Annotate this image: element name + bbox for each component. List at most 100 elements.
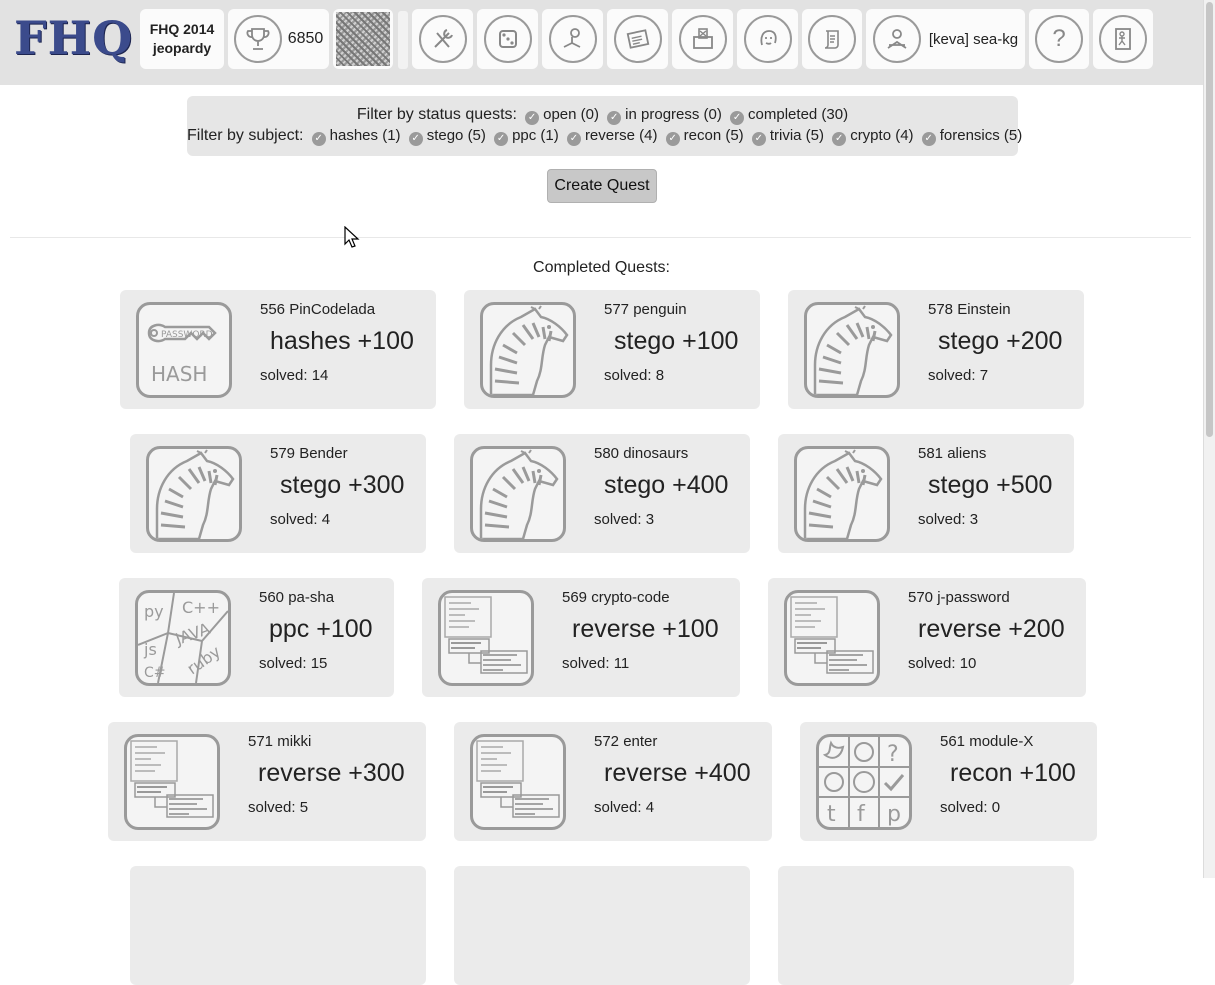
user-name: [keva] sea-kg — [928, 30, 1019, 48]
quest-name: 570 j-password — [908, 589, 1010, 606]
user-reading-icon — [872, 15, 921, 63]
subject-filter-reverse[interactable]: ✓ reverse (4) — [566, 127, 657, 146]
quest-card[interactable]: 570 j-password reverse +200 solved: 10 — [768, 578, 1086, 697]
subject-filter-forensics[interactable]: ✓ forensics (5) — [921, 127, 1022, 146]
create-quest-button[interactable]: Create Quest — [547, 169, 657, 203]
quest-subject-score: reverse +400 — [604, 759, 751, 787]
help-button[interactable]: ? — [1029, 9, 1089, 69]
svg-text:js: js — [143, 640, 157, 659]
section-divider — [10, 237, 1191, 238]
completed-quests-title: Completed Quests: — [533, 259, 670, 276]
svg-text:C++: C++ — [182, 598, 220, 617]
reading-icon — [548, 15, 597, 63]
zebra-icon — [146, 446, 242, 542]
top-navigation-bar: FHQ FHQ 2014 jeopardy 6850 [keva] sea-kg… — [0, 0, 1203, 85]
svg-text:C#: C# — [144, 665, 166, 681]
checked-icon[interactable]: ✓ — [525, 111, 540, 125]
quest-card[interactable]: py C++ js JAVA C# ruby 560 pa-sha ppc +10… — [119, 578, 394, 697]
scroll-button[interactable] — [802, 9, 862, 69]
quest-card[interactable]: 578 Einstein stego +200 solved: 7 — [788, 290, 1084, 409]
checked-icon[interactable]: ✓ — [751, 132, 766, 146]
user-profile-button[interactable]: [keva] sea-kg — [866, 9, 1025, 69]
qr-code-button[interactable] — [333, 9, 393, 69]
quest-solved-count: solved: 11 — [562, 655, 630, 672]
quest-name: 577 penguin — [604, 301, 687, 318]
quest-name: 560 pa-sha — [259, 589, 335, 606]
help-icon: ? — [1035, 15, 1083, 63]
quest-card[interactable]: 579 Bender stego +300 solved: 4 — [130, 434, 426, 553]
quest-name: 581 aliens — [918, 445, 987, 462]
game-title-button[interactable]: FHQ 2014 jeopardy — [140, 9, 224, 69]
score-button[interactable]: 6850 — [228, 9, 329, 69]
quest-card[interactable]: ? t f p 561 module-X recon +100 solved: 0 — [800, 722, 1097, 841]
filter-panel: Filter by status quests: ✓ open (0) ✓ in p… — [187, 96, 1022, 156]
fhq-logo[interactable]: FHQ — [14, 10, 132, 66]
checked-icon[interactable]: ✓ — [832, 132, 847, 146]
quest-subject-score: recon +100 — [950, 759, 1076, 787]
checked-icon[interactable]: ✓ — [494, 132, 509, 146]
checked-icon[interactable]: ✓ — [921, 132, 936, 146]
quest-card[interactable]: 577 penguin stego +100 solved: 8 — [464, 290, 760, 409]
subject-filter-label: Filter by subject: — [187, 127, 304, 144]
disassembler-icon — [470, 734, 566, 830]
zebra-icon — [480, 302, 576, 398]
status-filter-row: Filter by status quests: ✓ open (0) ✓ in p… — [187, 104, 1018, 125]
status-filter-completed[interactable]: ✓ completed (30) — [730, 106, 848, 125]
quest-subject-score: ppc +100 — [269, 615, 373, 643]
toolbar-separator — [398, 11, 408, 69]
quest-card[interactable]: 572 enter reverse +400 solved: 4 — [454, 722, 772, 841]
score-value: 6850 — [287, 30, 324, 47]
reading-button[interactable] — [542, 9, 603, 69]
ballot-box-icon — [678, 15, 727, 63]
quest-card[interactable]: PASSWORD HASH 556 PinCodelada hashes +100… — [120, 290, 436, 409]
subject-filter-crypto[interactable]: ✓ crypto (4) — [832, 127, 914, 146]
tools-button[interactable] — [412, 9, 473, 69]
checked-icon[interactable]: ✓ — [566, 132, 581, 146]
svg-text:py: py — [144, 602, 164, 621]
quest-card[interactable]: 581 aliens stego +500 solved: 3 — [778, 434, 1074, 553]
subject-filter-stego[interactable]: ✓ stego (5) — [408, 127, 486, 146]
quest-subject-score: reverse +200 — [918, 615, 1065, 643]
quest-card[interactable]: 571 mikki reverse +300 solved: 5 — [108, 722, 426, 841]
social-networks-icon: ? t f p — [816, 734, 912, 830]
quest-card[interactable] — [778, 866, 1074, 985]
quest-card[interactable]: 580 dinosaurs stego +400 solved: 3 — [454, 434, 750, 553]
svg-text:HASH: HASH — [151, 362, 207, 386]
checked-icon[interactable]: ✓ — [311, 132, 326, 146]
status-filter-open[interactable]: ✓ open (0) — [525, 106, 599, 125]
checked-icon[interactable]: ✓ — [408, 132, 423, 146]
trophy-icon — [233, 15, 282, 63]
status-filter-label: Filter by status quests: — [356, 106, 517, 123]
svg-text:p: p — [887, 802, 901, 827]
quest-solved-count: solved: 3 — [918, 511, 979, 528]
scrollbar-thumb[interactable] — [1206, 2, 1213, 437]
quest-card[interactable] — [454, 866, 750, 985]
subject-filter-trivia[interactable]: ✓ trivia (5) — [751, 127, 824, 146]
ballot-box-button[interactable] — [672, 9, 733, 69]
checked-icon[interactable]: ✓ — [730, 111, 745, 125]
logout-button[interactable] — [1093, 9, 1153, 69]
checked-icon[interactable]: ✓ — [607, 111, 622, 125]
quest-subject-score: stego +300 — [280, 471, 405, 499]
checked-icon[interactable]: ✓ — [665, 132, 680, 146]
zebra-icon — [794, 446, 890, 542]
vertical-scrollbar[interactable] — [1203, 0, 1215, 878]
quest-card[interactable]: 569 crypto-code reverse +100 solved: 11 — [422, 578, 740, 697]
quest-card[interactable] — [130, 866, 426, 985]
game-title-line1: FHQ 2014 — [149, 21, 215, 37]
quest-solved-count: solved: 4 — [270, 511, 331, 528]
quest-subject-score: reverse +300 — [258, 759, 405, 787]
subject-filter-hashes[interactable]: ✓ hashes (1) — [311, 127, 401, 146]
svg-text:f: f — [857, 802, 866, 827]
subject-filter-recon[interactable]: ✓ recon (5) — [665, 127, 744, 146]
zebra-icon — [804, 302, 900, 398]
status-filter-in-progress[interactable]: ✓ in progress (0) — [607, 106, 722, 125]
news-button[interactable] — [607, 9, 668, 69]
quest-solved-count: solved: 7 — [928, 367, 989, 384]
quest-subject-score: hashes +100 — [270, 327, 414, 355]
dice-button[interactable] — [477, 9, 538, 69]
subject-filter-ppc[interactable]: ✓ ppc (1) — [494, 127, 559, 146]
subject-filter-row: Filter by subject: ✓ hashes (1) ✓ stego (5… — [187, 125, 1022, 146]
avatar-face-button[interactable] — [737, 9, 798, 69]
disassembler-icon — [124, 734, 220, 830]
